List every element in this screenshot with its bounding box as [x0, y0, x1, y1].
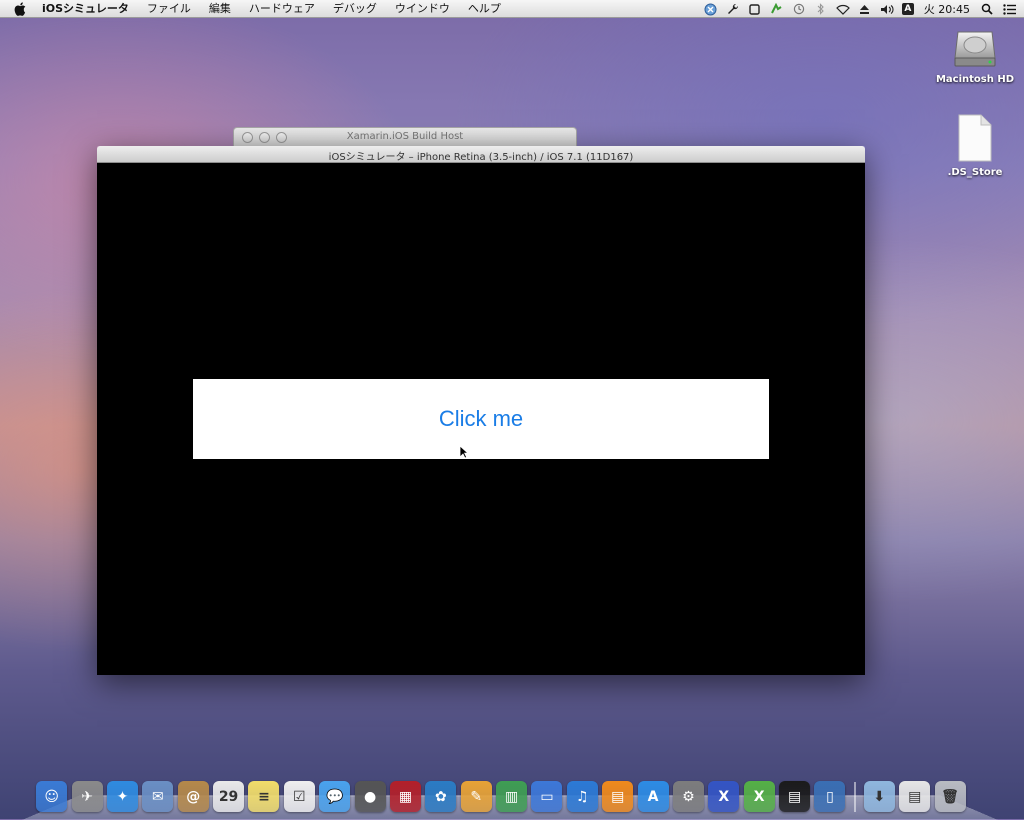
window-titlebar[interactable]: iOSシミュレータ – iPhone Retina (3.5-inch) / i… [97, 146, 865, 163]
photo-booth-icon[interactable]: ▦ [389, 781, 421, 812]
menu-clock[interactable]: 火 20:45 [918, 1, 976, 17]
notification-center-icon[interactable] [1002, 2, 1016, 16]
iphoto-icon[interactable]: ✿ [425, 781, 457, 812]
safari-icon[interactable]: ✦ [106, 781, 138, 812]
mail-icon[interactable]: ✉ [142, 781, 174, 812]
menu-file[interactable]: ファイル [138, 0, 200, 18]
console-icon[interactable]: ▤ [779, 781, 811, 812]
ios-simulator-icon[interactable]: ▯ [814, 781, 846, 812]
hard-drive-icon [952, 24, 998, 70]
pages-icon[interactable]: ✎ [460, 781, 492, 812]
contacts-icon[interactable]: @ [177, 781, 209, 812]
documents-stack-icon[interactable]: ▤ [899, 781, 931, 812]
wifi-icon[interactable] [835, 2, 850, 16]
notes-icon[interactable]: ≡ [248, 781, 280, 812]
dock: ☺ ✈ ✦ ✉ @29 ≡ ☑ 💬 ● ▦ ✿ ✎ ▥ ▭ ♫ ▤ A ⚙ X X ▤ ▯ ⬇ ▤ 🗑 [34, 774, 968, 812]
bluetooth-icon[interactable] [814, 2, 828, 16]
desktop-icon-label: Macintosh HD [935, 74, 1015, 85]
finder-icon[interactable]: ☺ [36, 781, 68, 812]
menu-bar: iOSシミュレータ ファイル 編集 ハードウェア デバッグ ウインドウ ヘルプ [0, 0, 1024, 18]
apple-menu-icon[interactable] [12, 1, 28, 17]
input-source-label: A [904, 4, 912, 14]
xamarin-status-icon[interactable] [704, 2, 718, 16]
menu-hardware[interactable]: ハードウェア [240, 0, 324, 18]
wrench-icon[interactable] [726, 2, 740, 16]
window-title: iOSシミュレータ – iPhone Retina (3.5-inch) / i… [328, 152, 634, 163]
app-store-icon[interactable]: A [637, 781, 669, 812]
keynote-icon[interactable]: ▭ [531, 781, 563, 812]
time-machine-icon[interactable] [792, 2, 806, 16]
messages-icon[interactable]: 💬 [319, 781, 351, 812]
desktop-icon-macintosh-hd[interactable]: Macintosh HD [935, 24, 1015, 85]
downloads-folder-icon[interactable]: ⬇ [863, 781, 895, 812]
menu-debug[interactable]: デバッグ [324, 0, 386, 18]
window-title: Xamarin.iOS Build Host [346, 131, 464, 142]
eject-icon[interactable] [858, 2, 872, 16]
numbers-icon[interactable]: ▥ [496, 781, 528, 812]
itunes-icon[interactable]: ♫ [566, 781, 598, 812]
click-me-label: Click me [438, 406, 524, 431]
dock-separator [853, 782, 856, 812]
xamarin-studio-icon[interactable]: X [708, 781, 740, 812]
volume-icon[interactable] [880, 2, 894, 16]
desktop-icon-label: .DS_Store [947, 167, 1003, 178]
menu-help[interactable]: ヘルプ [459, 0, 510, 18]
menu-window[interactable]: ウインドウ [386, 0, 459, 18]
desktop-icon-ds-store[interactable]: .DS_Store [935, 113, 1015, 178]
xamarin-icon[interactable]: X [743, 781, 775, 812]
menu-app-name[interactable]: iOSシミュレータ [38, 0, 138, 18]
window-icon[interactable] [748, 2, 762, 16]
system-preferences-icon[interactable]: ⚙ [672, 781, 704, 812]
facetime-icon[interactable]: ● [354, 781, 386, 812]
spotlight-search-icon[interactable] [980, 2, 994, 16]
reminders-icon[interactable]: ☑ [283, 781, 315, 812]
simulator-screen[interactable]: Click me [97, 163, 865, 675]
ibooks-icon[interactable]: ▤ [602, 781, 634, 812]
document-icon [955, 113, 995, 163]
mouse-cursor-icon [459, 444, 470, 459]
ios-simulator-window: iOSシミュレータ – iPhone Retina (3.5-inch) / i… [97, 146, 865, 675]
input-source-icon[interactable]: A [901, 3, 914, 15]
launchpad-icon[interactable]: ✈ [71, 781, 103, 812]
calendar-icon[interactable]: 29 [213, 781, 245, 812]
network-status-icon[interactable] [770, 2, 784, 16]
trash-icon[interactable]: 🗑 [934, 781, 966, 812]
menu-edit[interactable]: 編集 [200, 0, 240, 18]
click-me-button[interactable]: Click me [193, 379, 769, 459]
